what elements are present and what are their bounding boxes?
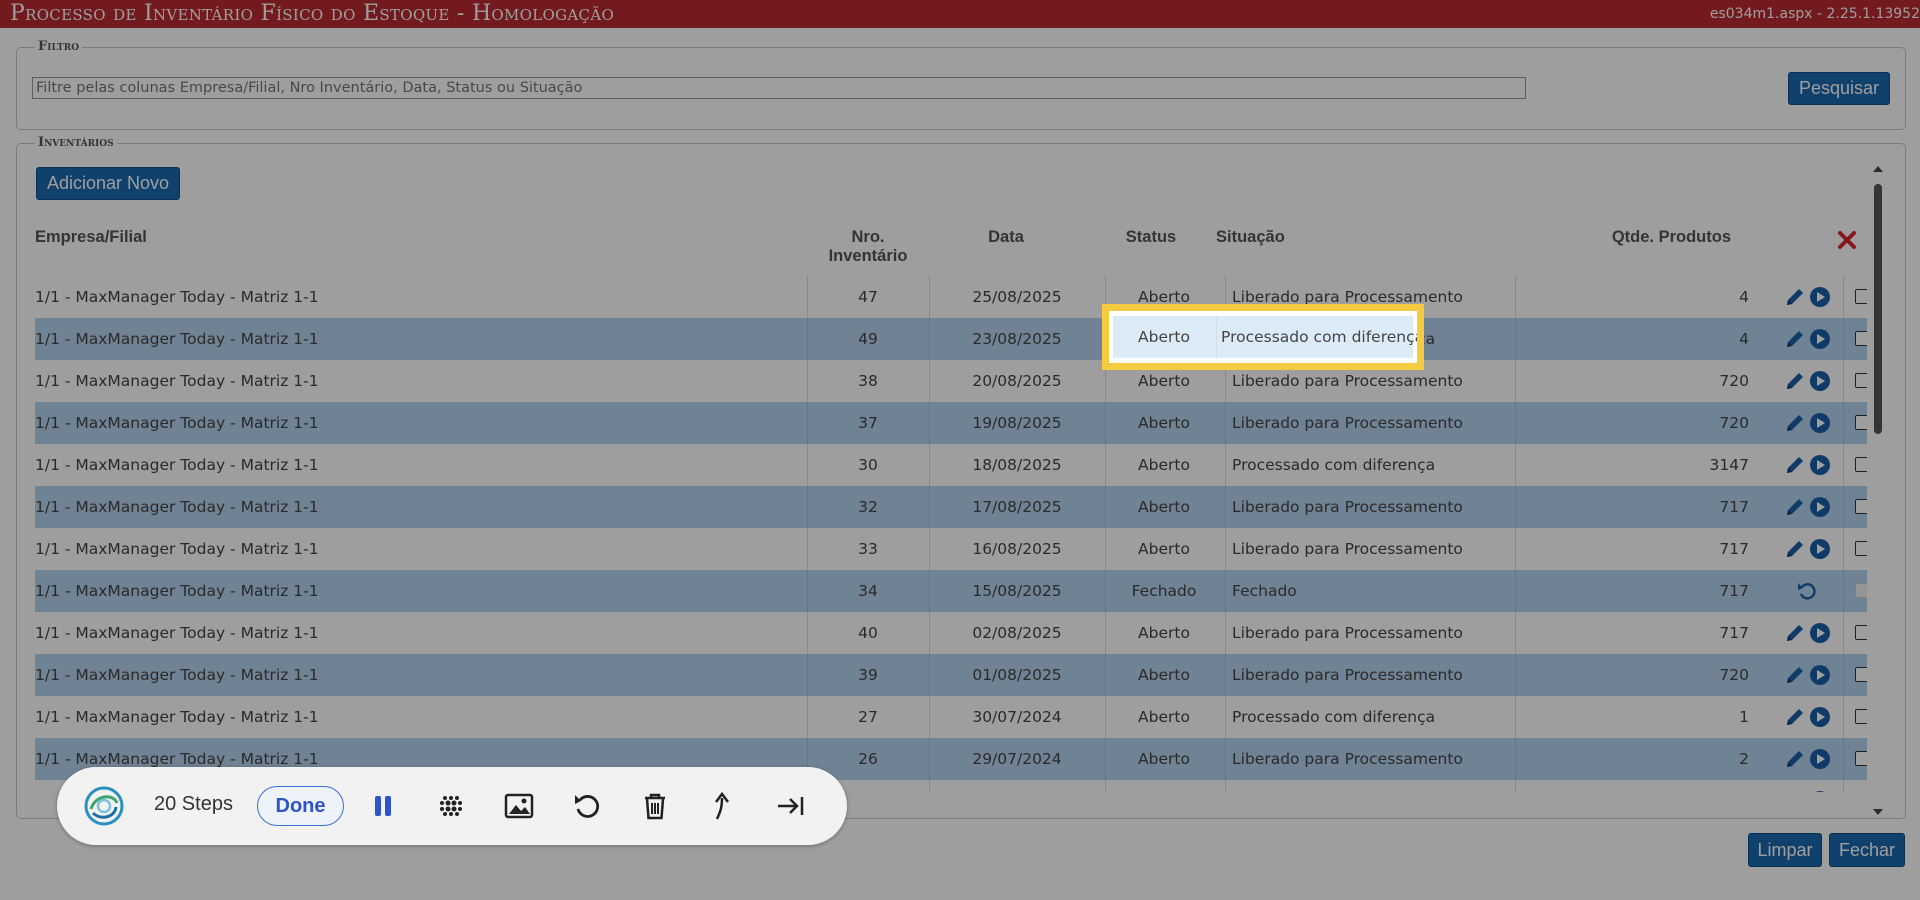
- recorder-logo-icon: [84, 786, 124, 826]
- highlighted-row[interactable]: Aberto Processado com diferença: [1113, 316, 1417, 358]
- trash-icon[interactable]: [639, 790, 671, 822]
- skip-to-end-icon[interactable]: [775, 790, 807, 822]
- blur-icon[interactable]: [435, 790, 467, 822]
- image-icon[interactable]: [503, 790, 535, 822]
- pause-icon[interactable]: [367, 790, 399, 822]
- highlighted-situacao: Processado com diferença: [1221, 328, 1424, 346]
- highlight-box: Aberto Processado com diferença: [1102, 304, 1424, 370]
- done-button[interactable]: Done: [257, 786, 344, 826]
- focus-dim-overlay: [0, 0, 1920, 900]
- steps-count: 20 Steps: [154, 793, 233, 815]
- highlighted-status: Aberto: [1138, 328, 1190, 346]
- arrow-up-icon[interactable]: [707, 790, 739, 822]
- recorder-toolbar: 20 Steps Done: [57, 767, 847, 845]
- undo-icon[interactable]: [571, 790, 603, 822]
